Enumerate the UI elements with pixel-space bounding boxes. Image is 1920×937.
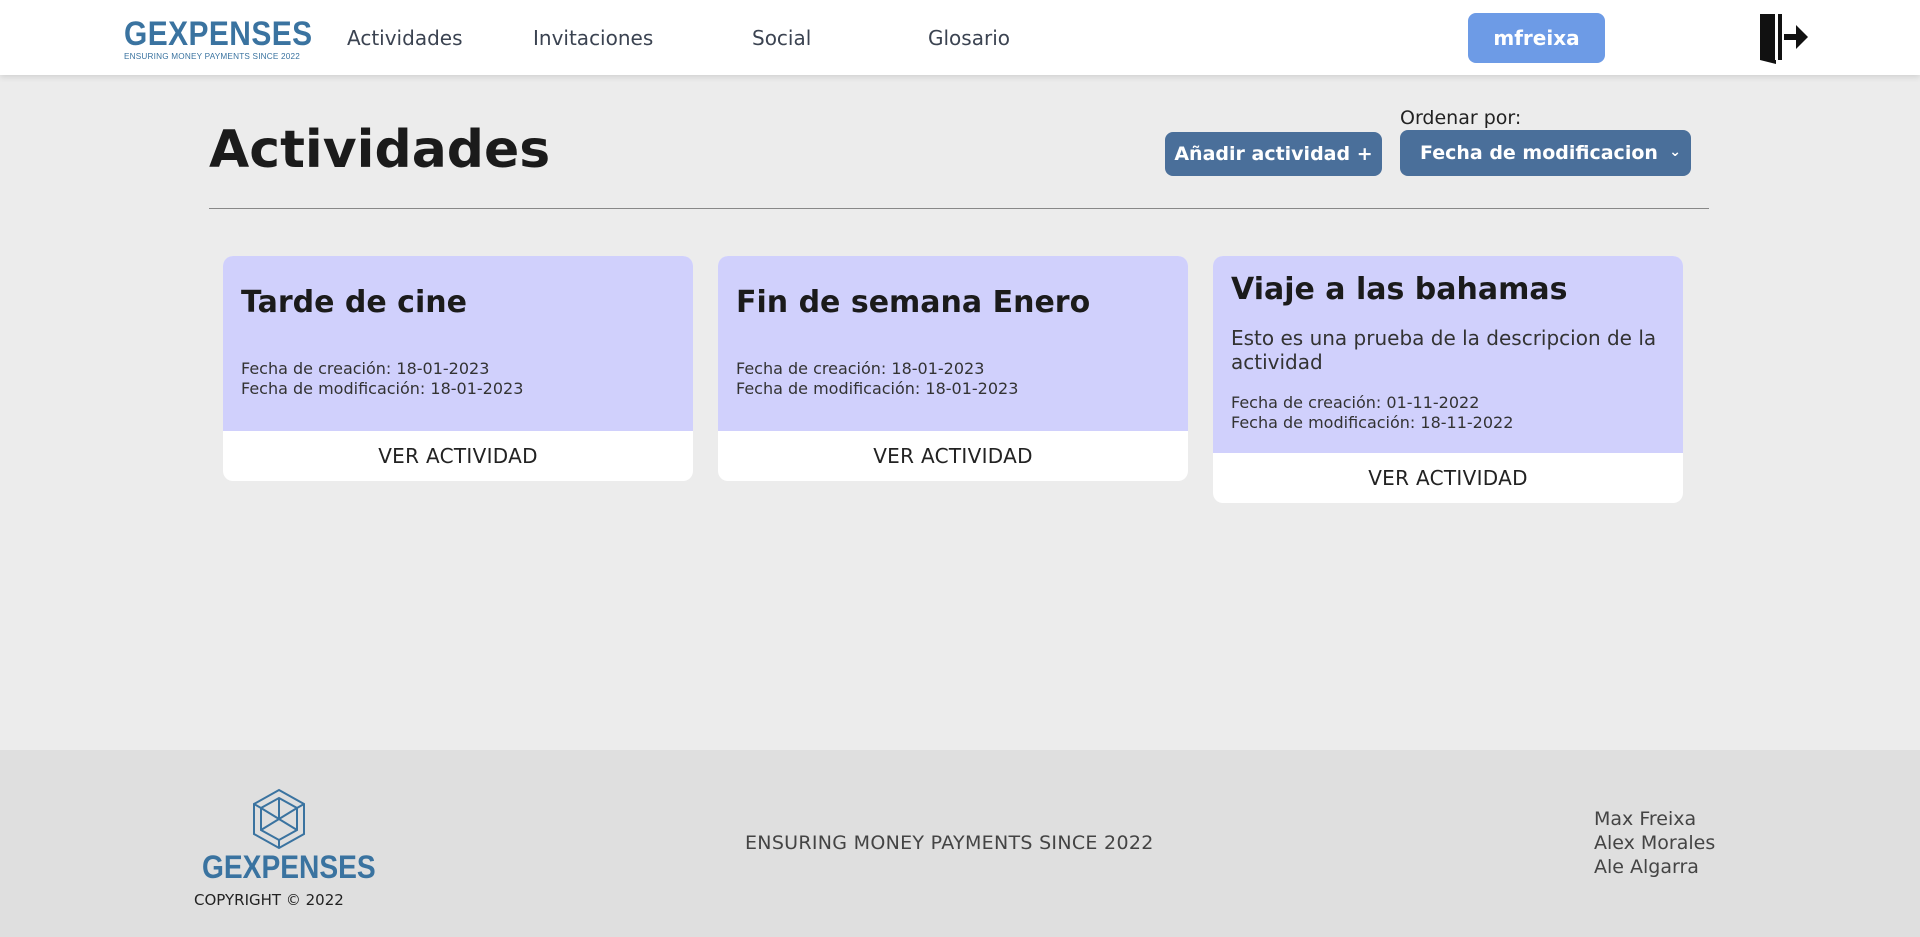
activity-modified-date: Fecha de modificación: 18-01-2023 (241, 379, 524, 398)
nav-link-social[interactable]: Social (752, 25, 811, 51)
activity-created-date: Fecha de creación: 18-01-2023 (736, 359, 985, 378)
activity-created-date: Fecha de creación: 01-11-2022 (1231, 393, 1480, 412)
view-activity-button[interactable]: VER ACTIVIDAD (718, 431, 1188, 481)
footer-authors: Max Freixa Alex Morales Ale Algarra (1594, 807, 1715, 879)
author-name: Max Freixa (1594, 808, 1697, 830)
logout-icon[interactable] (1756, 10, 1812, 64)
logo-wordmark: GEXPENSES (124, 15, 313, 53)
page-title: Actividades (209, 120, 551, 180)
top-navbar: GEXPENSES ENSURING MONEY PAYMENTS SINCE … (0, 0, 1920, 75)
activity-card: Viaje a las bahamas Esto es una prueba d… (1213, 256, 1683, 503)
activity-title: Fin de semana Enero (736, 285, 1091, 320)
activity-title: Viaje a las bahamas (1231, 272, 1568, 307)
chevron-down-icon: ⌄ (1669, 144, 1681, 160)
activity-card: Fin de semana Enero Fecha de creación: 1… (718, 256, 1188, 481)
activity-modified-date: Fecha de modificación: 18-11-2022 (1231, 413, 1514, 432)
author-name: Ale Algarra (1594, 856, 1699, 878)
cube-logo-icon (251, 788, 307, 850)
sort-selected-value: Fecha de modificacion (1420, 142, 1658, 164)
footer-logo-wordmark: GEXPENSES (202, 849, 376, 885)
nav-link-actividades[interactable]: Actividades (347, 25, 463, 51)
activity-title: Tarde de cine (241, 285, 467, 320)
nav-link-invitaciones[interactable]: Invitaciones (533, 25, 653, 51)
nav-link-glosario[interactable]: Glosario (928, 25, 1010, 51)
footer-copyright: COPYRIGHT © 2022 (194, 891, 344, 909)
activity-card: Tarde de cine Fecha de creación: 18-01-2… (223, 256, 693, 481)
view-activity-button[interactable]: VER ACTIVIDAD (223, 431, 693, 481)
sort-label: Ordenar por: (1400, 107, 1522, 129)
user-profile-button[interactable]: mfreixa (1468, 13, 1605, 63)
header-divider (209, 208, 1709, 209)
add-activity-button[interactable]: Añadir actividad + (1165, 132, 1382, 176)
author-name: Alex Morales (1594, 832, 1716, 854)
activity-description: Esto es una prueba de la descripcion de … (1231, 326, 1657, 374)
footer-tagline: ENSURING MONEY PAYMENTS SINCE 2022 (745, 832, 1154, 854)
activity-created-date: Fecha de creación: 18-01-2023 (241, 359, 490, 378)
sort-select[interactable]: Fecha de modificacion ⌄ (1400, 130, 1691, 176)
brand-logo[interactable]: GEXPENSES ENSURING MONEY PAYMENTS SINCE … (124, 15, 313, 62)
view-activity-button[interactable]: VER ACTIVIDAD (1213, 453, 1683, 503)
activity-modified-date: Fecha de modificación: 18-01-2023 (736, 379, 1019, 398)
